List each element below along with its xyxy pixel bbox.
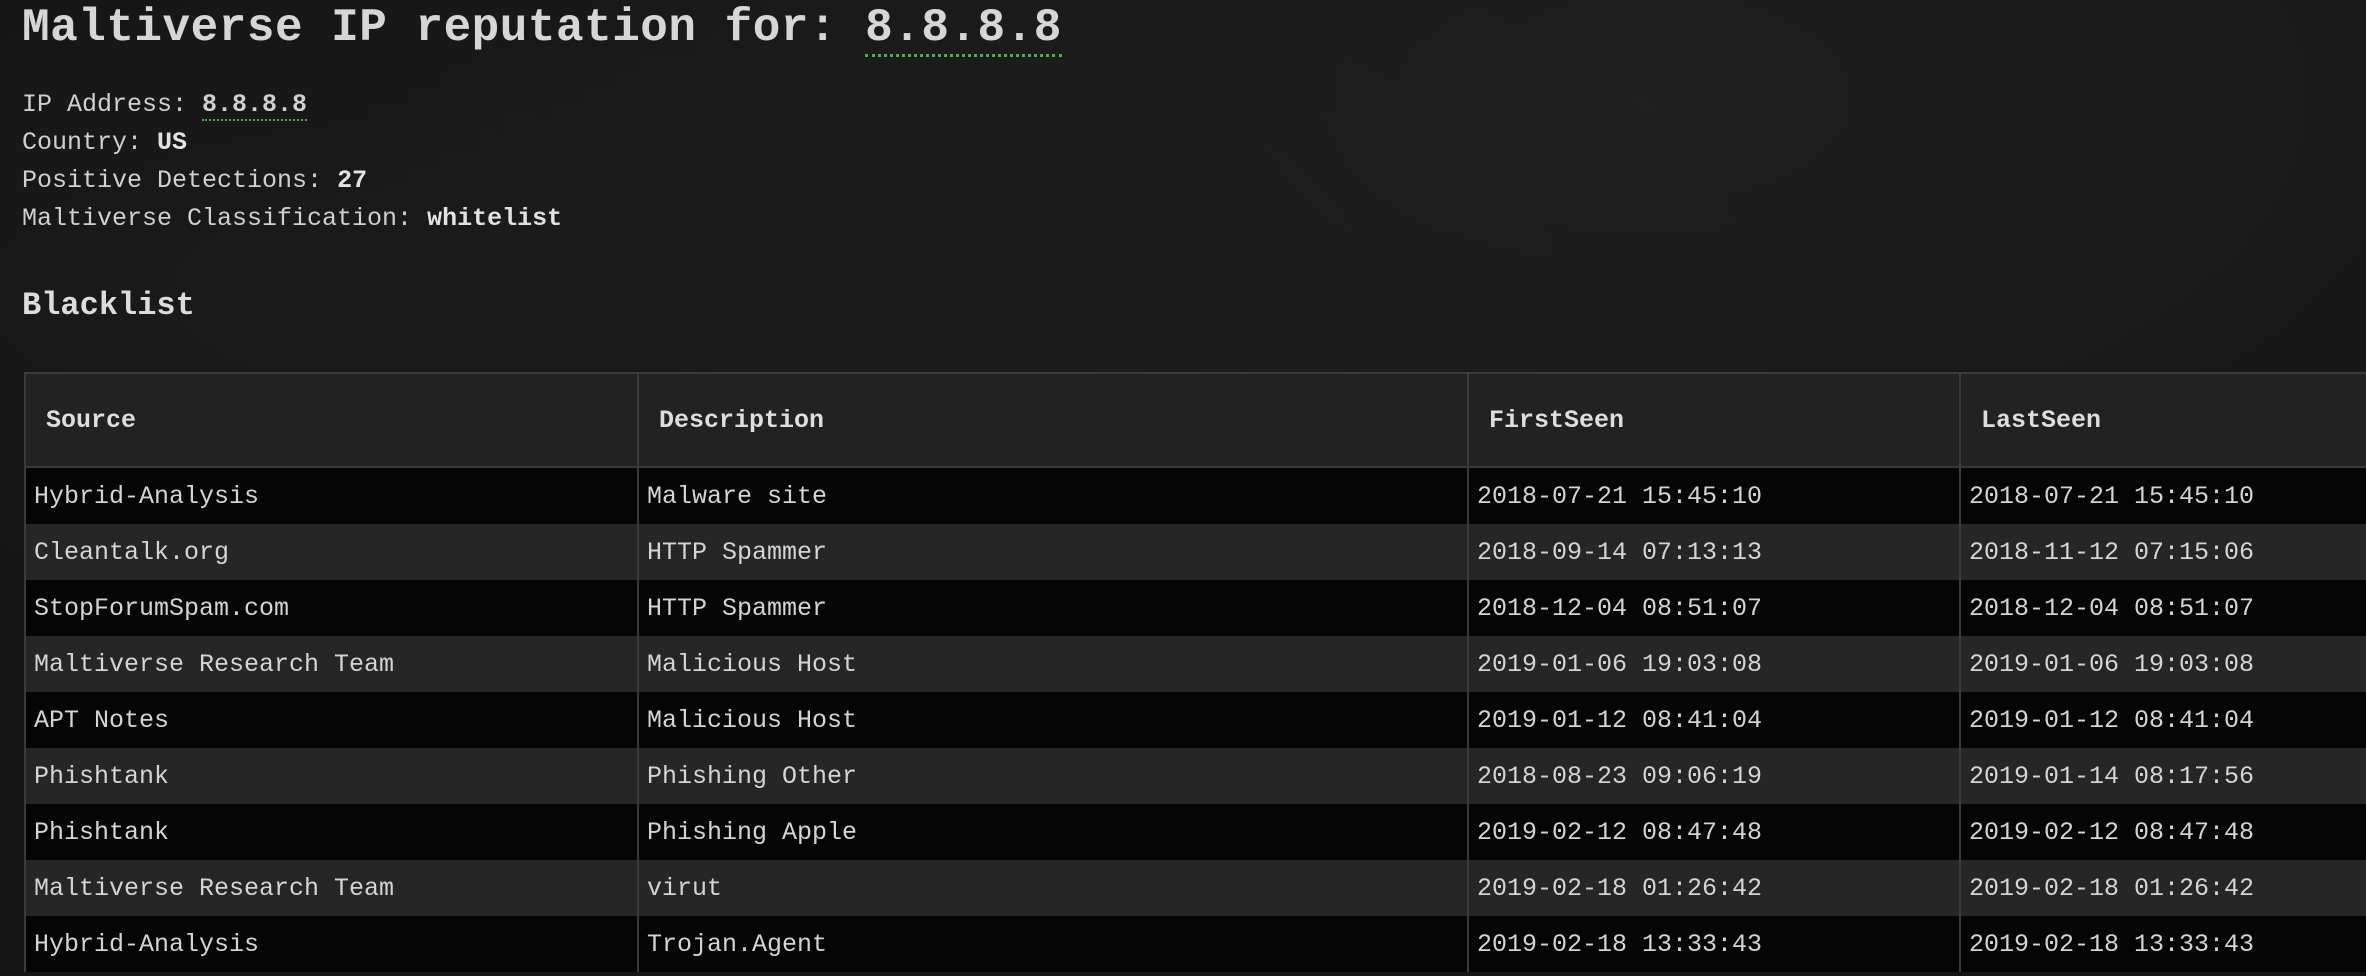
ip-address-value: 8.8.8.8 — [202, 90, 308, 121]
report-content: Maltiverse IP reputation for: 8.8.8.8 IP… — [22, 0, 2366, 324]
page-title: Maltiverse IP reputation for: 8.8.8.8 — [22, 0, 2366, 58]
table-row: Hybrid-Analysis Trojan.Agent 2019-02-18 … — [26, 916, 2366, 972]
page-title-prefix: Maltiverse IP reputation for: — [22, 2, 866, 54]
detections-row: Positive Detections: 27 — [22, 162, 2366, 200]
table-row: Maltiverse Research Team virut 2019-02-1… — [26, 860, 2366, 916]
cell-source: Hybrid-Analysis — [26, 916, 639, 972]
cell-lastseen: 2019-01-06 19:03:08 — [1960, 636, 2366, 692]
cell-lastseen: 2019-02-12 08:47:48 — [1960, 804, 2366, 860]
blacklist-table-body: Hybrid-Analysis Malware site 2018-07-21 … — [26, 467, 2366, 972]
classification-value: whitelist — [427, 204, 563, 233]
cell-firstseen: 2018-08-23 09:06:19 — [1468, 748, 1961, 804]
cell-lastseen: 2019-01-14 08:17:56 — [1960, 748, 2366, 804]
cell-description: virut — [638, 860, 1469, 916]
cell-source: Hybrid-Analysis — [26, 467, 639, 524]
cell-description: Malicious Host — [638, 636, 1469, 692]
cell-lastseen: 2018-11-12 07:15:06 — [1960, 524, 2366, 580]
ip-address-label: IP Address: — [22, 90, 203, 119]
page-title-ip: 8.8.8.8 — [865, 2, 1062, 57]
header-row: Source Description FirstSeen LastSeen — [26, 374, 2366, 468]
table-row: Maltiverse Research Team Malicious Host … — [26, 636, 2366, 692]
cell-description: Trojan.Agent — [638, 916, 1469, 972]
column-header-firstseen[interactable]: FirstSeen — [1468, 374, 1961, 468]
blacklist-heading: Blacklist — [22, 287, 195, 324]
column-header-lastseen[interactable]: LastSeen — [1960, 374, 2366, 468]
country-value: US — [157, 128, 188, 157]
cell-firstseen: 2019-01-06 19:03:08 — [1468, 636, 1961, 692]
cell-source: Phishtank — [26, 804, 639, 860]
country-label: Country: — [22, 128, 158, 157]
cell-firstseen: 2019-02-18 13:33:43 — [1468, 916, 1961, 972]
table-row: Cleantalk.org HTTP Spammer 2018-09-14 07… — [26, 524, 2366, 580]
table-row: StopForumSpam.com HTTP Spammer 2018-12-0… — [26, 580, 2366, 636]
cell-description: Phishing Other — [638, 748, 1469, 804]
cell-lastseen: 2019-01-12 08:41:04 — [1960, 692, 2366, 748]
cell-source: Cleantalk.org — [26, 524, 639, 580]
cell-source: Maltiverse Research Team — [26, 860, 639, 916]
column-header-source[interactable]: Source — [26, 374, 639, 468]
detections-value: 27 — [337, 166, 368, 195]
cell-firstseen: 2018-09-14 07:13:13 — [1468, 524, 1961, 580]
blacklist-table-container: Source Description FirstSeen LastSeen Hy… — [24, 372, 2366, 972]
cell-lastseen: 2018-12-04 08:51:07 — [1960, 580, 2366, 636]
table-row: Phishtank Phishing Other 2018-08-23 09:0… — [26, 748, 2366, 804]
cell-description: Malicious Host — [638, 692, 1469, 748]
table-row: Hybrid-Analysis Malware site 2018-07-21 … — [26, 467, 2366, 524]
cell-description: Malware site — [638, 467, 1469, 524]
column-header-description[interactable]: Description — [638, 374, 1469, 468]
cell-lastseen: 2018-07-21 15:45:10 — [1960, 467, 2366, 524]
ip-address-row: IP Address: 8.8.8.8 — [22, 86, 2366, 124]
cell-description: HTTP Spammer — [638, 524, 1469, 580]
detections-label: Positive Detections: — [22, 166, 338, 195]
cell-source: Maltiverse Research Team — [26, 636, 639, 692]
cell-source: APT Notes — [26, 692, 639, 748]
blacklist-table-header: Source Description FirstSeen LastSeen — [26, 374, 2366, 468]
classification-row: Maltiverse Classification: whitelist — [22, 200, 2366, 238]
cell-description: HTTP Spammer — [638, 580, 1469, 636]
cell-firstseen: 2019-02-12 08:47:48 — [1468, 804, 1961, 860]
cell-lastseen: 2019-02-18 01:26:42 — [1960, 860, 2366, 916]
cell-firstseen: 2019-02-18 01:26:42 — [1468, 860, 1961, 916]
classification-label: Maltiverse Classification: — [22, 204, 428, 233]
cell-lastseen: 2019-02-18 13:33:43 — [1960, 916, 2366, 972]
blacklist-table: Source Description FirstSeen LastSeen Hy… — [26, 374, 2366, 972]
table-row: APT Notes Malicious Host 2019-01-12 08:4… — [26, 692, 2366, 748]
cell-description: Phishing Apple — [638, 804, 1469, 860]
country-row: Country: US — [22, 124, 2366, 162]
table-row: Phishtank Phishing Apple 2019-02-12 08:4… — [26, 804, 2366, 860]
cell-firstseen: 2019-01-12 08:41:04 — [1468, 692, 1961, 748]
cell-firstseen: 2018-12-04 08:51:07 — [1468, 580, 1961, 636]
cell-firstseen: 2018-07-21 15:45:10 — [1468, 467, 1961, 524]
cell-source: Phishtank — [26, 748, 639, 804]
report-page: Maltiverse IP reputation for: 8.8.8.8 IP… — [0, 0, 2366, 976]
cell-source: StopForumSpam.com — [26, 580, 639, 636]
ip-info-block: IP Address: 8.8.8.8 Country: US Positive… — [22, 86, 2366, 238]
